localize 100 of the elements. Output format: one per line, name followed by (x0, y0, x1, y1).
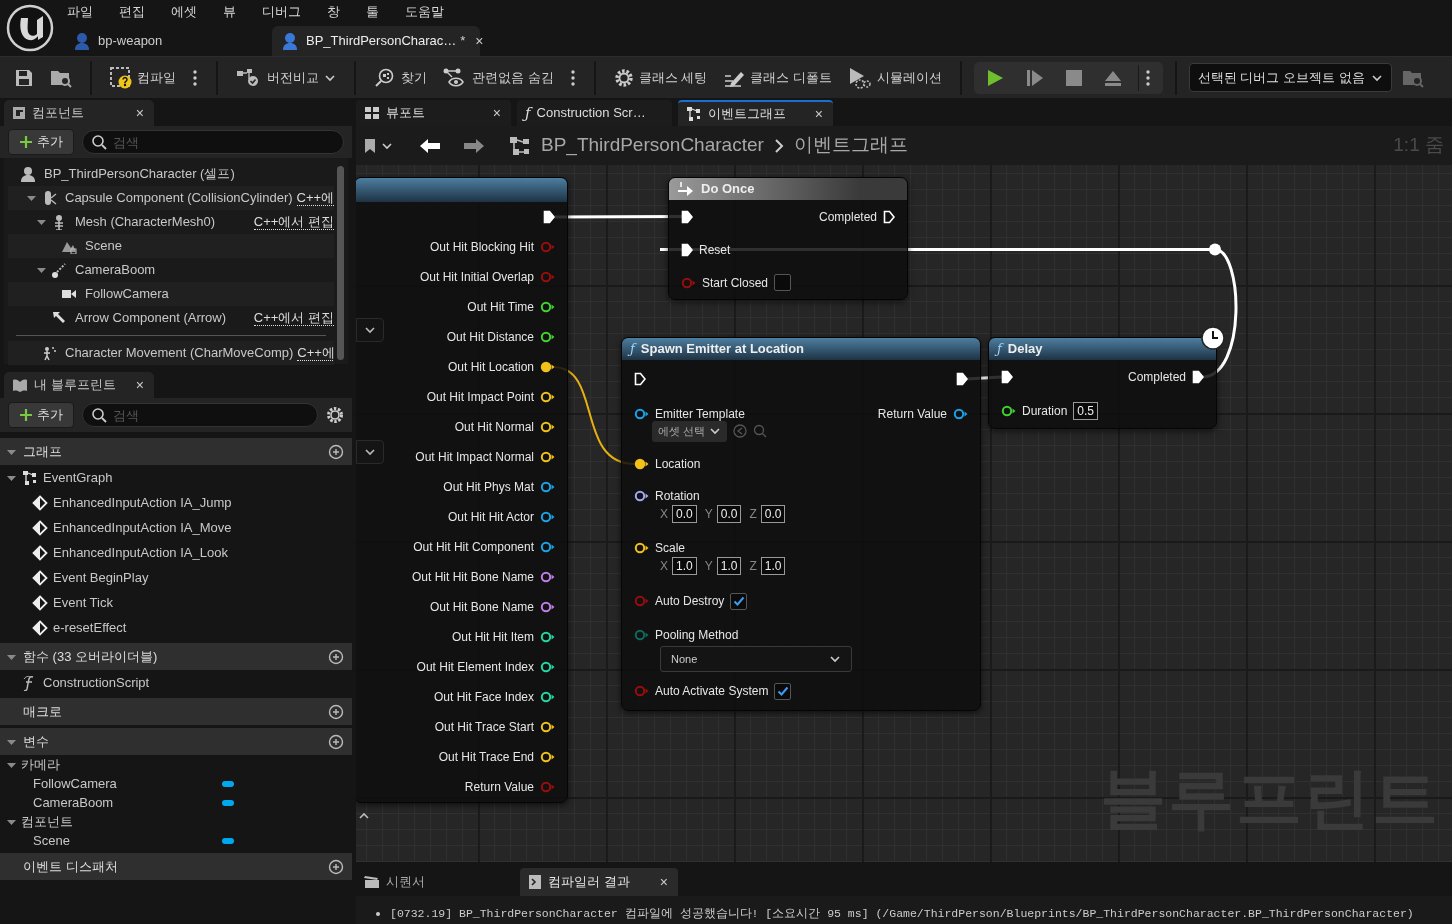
add-icon[interactable] (328, 443, 344, 460)
number-field[interactable]: 0.0 (672, 505, 697, 523)
graph-item[interactable]: e-resetEffect (53, 617, 127, 638)
component-label[interactable]: BP_ThirdPersonCharacter (셀프) (44, 164, 235, 184)
diff-button[interactable]: 버전비교 (230, 63, 342, 92)
data-pin-icon[interactable] (540, 631, 555, 643)
edit-in-cpp-link[interactable]: C++에서 편집 (253, 310, 334, 326)
data-pin-icon[interactable] (540, 661, 555, 673)
data-pin-icon[interactable] (540, 421, 555, 433)
bottom-tab[interactable]: 시퀀서 (356, 868, 514, 896)
edit-in-cpp-link[interactable]: C++에 (296, 190, 334, 206)
data-pin-icon[interactable] (540, 511, 555, 523)
checkbox[interactable] (774, 274, 792, 291)
add-icon[interactable] (328, 648, 344, 665)
checkbox[interactable] (730, 592, 748, 610)
graph-item[interactable]: Event Tick (53, 592, 113, 613)
data-pin-icon[interactable] (540, 751, 555, 763)
graph-tab[interactable]: 이벤트그래프 × (678, 100, 833, 126)
collapse-arrow-icon[interactable] (36, 217, 47, 227)
value-field[interactable]: 0.5 (1073, 402, 1099, 420)
component-label[interactable]: CameraBoom (75, 260, 156, 280)
menu-item[interactable]: 파일 (67, 2, 93, 22)
number-field[interactable]: 1.0 (716, 557, 742, 575)
browse-icon[interactable] (753, 424, 768, 439)
component-label[interactable]: Capsule Component (CollisionCylinder) (65, 188, 293, 208)
breadcrumb-link[interactable]: BP_ThirdPersonCharacter (541, 131, 764, 160)
search-field[interactable]: 검색 (82, 130, 344, 154)
menu-item[interactable]: 에셋 (171, 2, 197, 22)
exec-pin-icon[interactable] (681, 242, 693, 257)
data-pin-icon[interactable] (540, 331, 555, 343)
data-pin-icon[interactable] (540, 481, 555, 493)
menu-item[interactable]: 뷰 (223, 2, 236, 22)
edit-in-cpp-link[interactable]: C++에 (297, 345, 334, 361)
asset-tab[interactable]: bp-weapon (64, 26, 264, 56)
find-button[interactable]: 찾기 (368, 63, 433, 92)
data-pin-icon[interactable] (540, 541, 555, 553)
number-field[interactable]: 0.0 (716, 505, 742, 523)
bookmark-button[interactable] (364, 137, 393, 154)
exec-pin-icon[interactable] (956, 372, 968, 386)
exec-pin-icon[interactable] (883, 209, 895, 224)
graph-item[interactable]: EnhancedInputAction IA_Move (53, 517, 232, 538)
menu-item[interactable]: 디버그 (262, 2, 301, 22)
exec-pin-icon[interactable] (1192, 370, 1204, 384)
exec-pin-icon[interactable] (543, 210, 555, 224)
expand-button[interactable] (356, 318, 384, 342)
graph-item[interactable]: Event BeginPlay (53, 567, 149, 588)
variable-label[interactable]: CameraBoom (33, 792, 114, 813)
graph-item[interactable]: ConstructionScript (43, 672, 150, 693)
number-field[interactable]: 1.0 (672, 557, 697, 575)
data-pin-icon[interactable] (540, 301, 555, 313)
edit-in-cpp-link[interactable]: C++에서 편집 (253, 214, 334, 230)
component-label[interactable]: Mesh (CharacterMesh0) (75, 212, 216, 232)
data-pin-icon[interactable] (1001, 405, 1016, 417)
data-pin-icon[interactable] (540, 391, 555, 403)
menu-item[interactable]: 창 (327, 2, 340, 22)
variable-label[interactable]: FollowCamera (33, 773, 117, 794)
variable-label[interactable]: Scene (33, 830, 70, 851)
asset-picker[interactable]: 에셋 선택 (652, 421, 728, 442)
data-pin-icon[interactable] (540, 691, 555, 703)
section-header[interactable]: 변수 (0, 728, 352, 755)
data-pin-icon[interactable] (634, 408, 649, 420)
section-header[interactable]: 매크로 (0, 698, 352, 725)
data-pin-icon[interactable] (540, 361, 555, 373)
exec-pin-icon[interactable] (634, 372, 646, 386)
graph-item[interactable]: EventGraph (43, 467, 113, 488)
section-header[interactable]: 그래프 (0, 438, 352, 465)
section-header[interactable]: 이벤트 디스패처 (0, 853, 352, 880)
menu-item[interactable]: 툴 (366, 2, 379, 22)
exec-pin-icon[interactable] (1001, 370, 1013, 384)
close-button[interactable]: × (133, 374, 146, 396)
search-field[interactable]: 검색 (82, 403, 318, 427)
data-pin-icon[interactable] (634, 490, 649, 502)
section-header[interactable]: 함수 (33 오버라이더블) (0, 643, 352, 670)
menu-item[interactable]: 도움말 (405, 2, 444, 22)
panel-tab[interactable]: 컴포넌트 × (4, 100, 154, 126)
graph-tab[interactable]: ƒ Construction Scr… (517, 100, 672, 126)
compile-button[interactable]: 컴파일 (104, 62, 182, 93)
component-label[interactable]: Character Movement (CharMoveComp) (65, 343, 294, 363)
add-button[interactable]: 추가 (8, 129, 74, 155)
category-label[interactable]: 카메라 (21, 754, 60, 775)
close-button[interactable]: × (657, 871, 670, 893)
graph-item[interactable]: EnhancedInputAction IA_Jump (53, 492, 232, 513)
class-defaults-button[interactable]: 클래스 디폴트 (717, 63, 838, 92)
enum-dropdown[interactable]: None (660, 646, 852, 672)
simulation-button[interactable]: 시뮬레이션 (841, 62, 948, 93)
debug-object-dropdown[interactable]: 선택된 디버그 오브젝트 없음 (1188, 62, 1392, 93)
data-pin-icon[interactable] (540, 571, 555, 583)
number-field[interactable]: 0.0 (760, 505, 786, 523)
data-pin-icon[interactable] (634, 458, 649, 470)
component-label[interactable]: Arrow Component (Arrow) (75, 308, 226, 328)
settings-button[interactable] (326, 406, 344, 424)
close-button[interactable]: × (812, 103, 825, 125)
menu-item[interactable]: 편집 (119, 2, 145, 22)
component-label[interactable]: Scene (85, 236, 122, 256)
add-icon[interactable] (328, 703, 344, 720)
reroute-knot[interactable] (1209, 243, 1221, 256)
bottom-tab[interactable]: 컴파일러 결과 × (520, 868, 678, 896)
collapse-arrow-icon[interactable] (26, 193, 37, 203)
number-field[interactable]: 1.0 (760, 557, 786, 575)
add-icon[interactable] (328, 733, 344, 750)
